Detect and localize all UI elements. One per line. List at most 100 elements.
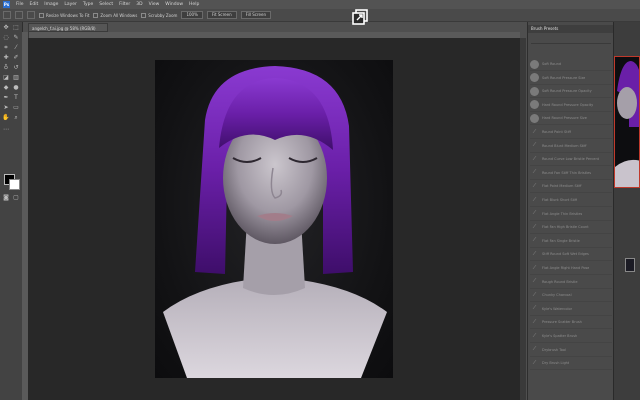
brush-preset-label: Stiff Round Soft Wet Edges: [542, 252, 589, 257]
quick-mask-icon[interactable]: ◙: [2, 194, 10, 202]
screen-mode-icon[interactable]: ▢: [12, 194, 20, 202]
zoom-tool-icon[interactable]: [3, 11, 11, 19]
brush-preset-row[interactable]: ⟋ Round Blunt Medium Stiff: [530, 140, 612, 153]
brush-preset-row[interactable]: ⟋ Flat Fan High Bristle Count: [530, 221, 612, 235]
bristle-tip-icon: ⟋: [532, 128, 537, 135]
brush-tip-icon: [530, 113, 539, 123]
brush-preset-label: Flat Fan Single Bristle: [542, 238, 580, 243]
bristle-tip-icon: ⟋: [532, 155, 537, 162]
lasso-tool-icon[interactable]: ◌: [2, 34, 10, 42]
bristle-tip-icon: ⟋: [532, 169, 537, 176]
brush-preset-row[interactable]: ⟋ Kyle's Watercolor: [530, 303, 612, 316]
quick-select-tool-icon[interactable]: ✎: [12, 34, 20, 42]
brush-tip-icon: [530, 86, 539, 96]
type-tool-icon[interactable]: T: [12, 94, 20, 102]
bristle-tip-icon: ⟋: [532, 346, 537, 353]
brush-preset-row[interactable]: Soft Round: [530, 58, 612, 71]
brush-preset-row[interactable]: ⟋ Dry Brush Light: [530, 357, 612, 371]
bristle-tip-icon: ⟋: [532, 305, 537, 312]
menu-filter[interactable]: Filter: [119, 2, 130, 7]
menu-3d[interactable]: 3D: [136, 2, 142, 7]
menu-select[interactable]: Select: [99, 2, 113, 7]
layer-thumbnail[interactable]: [625, 258, 635, 272]
zoom-tool-icon[interactable]: ⌕: [12, 114, 20, 122]
brush-preset-row[interactable]: ⟋ Round Point Stiff: [530, 126, 612, 139]
brush-preset-row[interactable]: ⟋ Stiff Round Soft Wet Edges: [530, 248, 612, 262]
brush-preset-row[interactable]: ⟋ Round Fan Stiff Thin Bristles: [530, 167, 612, 180]
document-tab[interactable]: angelch_f.ai.jpg @ 58% (RGB/8): [28, 23, 108, 32]
healing-tool-icon[interactable]: ✚: [2, 54, 10, 62]
zoom-all-checkbox[interactable]: Zoom All Windows: [93, 12, 137, 18]
brush-preset-label: Dry Brush Light: [542, 361, 570, 366]
brush-preset-label: Flat Fan High Bristle Count: [542, 225, 589, 230]
brush-preset-row[interactable]: ⟋ Flat Angle Right Hand Pose: [530, 262, 612, 275]
brush-preset-label: Hard Round Pressure Opacity: [542, 102, 594, 107]
fit-screen-button[interactable]: Fit Screen: [206, 11, 237, 19]
blur-tool-icon[interactable]: ◆: [2, 84, 10, 92]
brush-preset-row[interactable]: ⟋ Rough Round Bristle: [530, 276, 612, 289]
bristle-tip-icon: ⟋: [532, 359, 537, 366]
history-brush-icon[interactable]: ↺: [12, 64, 20, 72]
menu-bar: Ps File Edit Image Layer Type Select Fil…: [0, 0, 640, 9]
path-select-icon[interactable]: ➤: [2, 104, 10, 112]
stamp-tool-icon[interactable]: ♁: [2, 64, 10, 72]
menu-image[interactable]: Image: [44, 2, 58, 7]
brush-preset-row[interactable]: Soft Round Pressure Opacity: [530, 85, 612, 99]
background-color-swatch[interactable]: [9, 179, 20, 190]
marquee-tool-icon[interactable]: ⬚: [12, 24, 20, 32]
external-window-icon[interactable]: [351, 8, 369, 26]
bristle-tip-icon: ⟋: [532, 291, 537, 298]
brush-preset-row[interactable]: ⟋ Chunky Charcoal: [530, 289, 612, 303]
brush-preset-row[interactable]: Soft Round Pressure Size: [530, 72, 612, 85]
bristle-tip-icon: ⟋: [532, 264, 537, 271]
brush-preset-label: Round Fan Stiff Thin Bristles: [542, 170, 592, 175]
brush-preset-row[interactable]: ⟋ Flat Fan Single Bristle: [530, 235, 612, 248]
bristle-tip-icon: ⟋: [532, 278, 537, 285]
document-canvas[interactable]: [155, 60, 393, 378]
brush-preset-row[interactable]: Hard Round Pressure Opacity: [530, 99, 612, 112]
hand-tool-icon[interactable]: ✋: [2, 114, 10, 122]
brush-preset-row[interactable]: ⟋ Kyle's Spatter Brush: [530, 330, 612, 343]
scrubby-zoom-checkbox[interactable]: Scrubby Zoom: [141, 12, 177, 18]
eyedropper-tool-icon[interactable]: ⁄: [12, 44, 20, 52]
zoom-100-button[interactable]: 100%: [181, 11, 203, 19]
brush-preset-row[interactable]: ⟋ Round Curve Low Bristle Percent: [530, 153, 612, 167]
menu-edit[interactable]: Edit: [30, 2, 39, 7]
zoom-in-icon[interactable]: [15, 11, 23, 19]
vertical-scrollbar[interactable]: [520, 38, 526, 400]
gradient-tool-icon[interactable]: ▥: [12, 74, 20, 82]
menu-window[interactable]: Window: [165, 2, 183, 7]
panel-tab-brush-presets[interactable]: Brush Presets: [528, 25, 614, 33]
brush-preset-label: Flat Blunt Short Stiff: [542, 198, 578, 202]
brush-size-control[interactable]: [531, 36, 611, 44]
pen-tool-icon[interactable]: ✒: [2, 94, 10, 102]
brush-preset-row[interactable]: ⟋ Flat Angle Thin Bristles: [530, 208, 612, 221]
brush-preset-row[interactable]: Hard Round Pressure Size: [530, 112, 612, 126]
eraser-tool-icon[interactable]: ◪: [2, 74, 10, 82]
brush-preset-row[interactable]: ⟋ Pressure Scatter Brush: [530, 316, 612, 330]
brush-tip-icon: [530, 73, 539, 83]
fill-screen-button[interactable]: Fill Screen: [240, 11, 271, 19]
menu-view[interactable]: View: [149, 2, 160, 7]
brush-tool-icon[interactable]: ✐: [12, 54, 20, 62]
bristle-tip-icon: ⟋: [532, 196, 537, 203]
menu-layer[interactable]: Layer: [64, 2, 77, 7]
navigator-thumbnail[interactable]: [614, 56, 640, 188]
menu-file[interactable]: File: [16, 2, 24, 7]
move-tool-icon[interactable]: ✥: [2, 24, 10, 32]
dodge-tool-icon[interactable]: ●: [12, 84, 20, 92]
bristle-tip-icon: ⟋: [532, 332, 537, 339]
brush-preset-label: Soft Round Pressure Size: [542, 75, 586, 80]
brush-preset-label: Soft Round: [542, 62, 562, 66]
brush-tip-icon: [530, 100, 539, 110]
menu-type[interactable]: Type: [83, 2, 93, 7]
brush-preset-row[interactable]: ⟋ Flat Blunt Short Stiff: [530, 194, 612, 207]
edit-toolbar-icon[interactable]: ⋯: [2, 126, 10, 134]
shape-tool-icon[interactable]: ▭: [12, 104, 20, 112]
zoom-out-icon[interactable]: [27, 11, 35, 19]
resize-windows-checkbox[interactable]: Resize Windows To Fit: [39, 12, 89, 18]
menu-help[interactable]: Help: [189, 2, 199, 7]
crop-tool-icon[interactable]: ⌗: [2, 44, 10, 52]
brush-preset-row[interactable]: ⟋ Drybrush Tool: [530, 344, 612, 357]
brush-preset-row[interactable]: ⟋ Flat Point Medium Stiff: [530, 180, 612, 194]
